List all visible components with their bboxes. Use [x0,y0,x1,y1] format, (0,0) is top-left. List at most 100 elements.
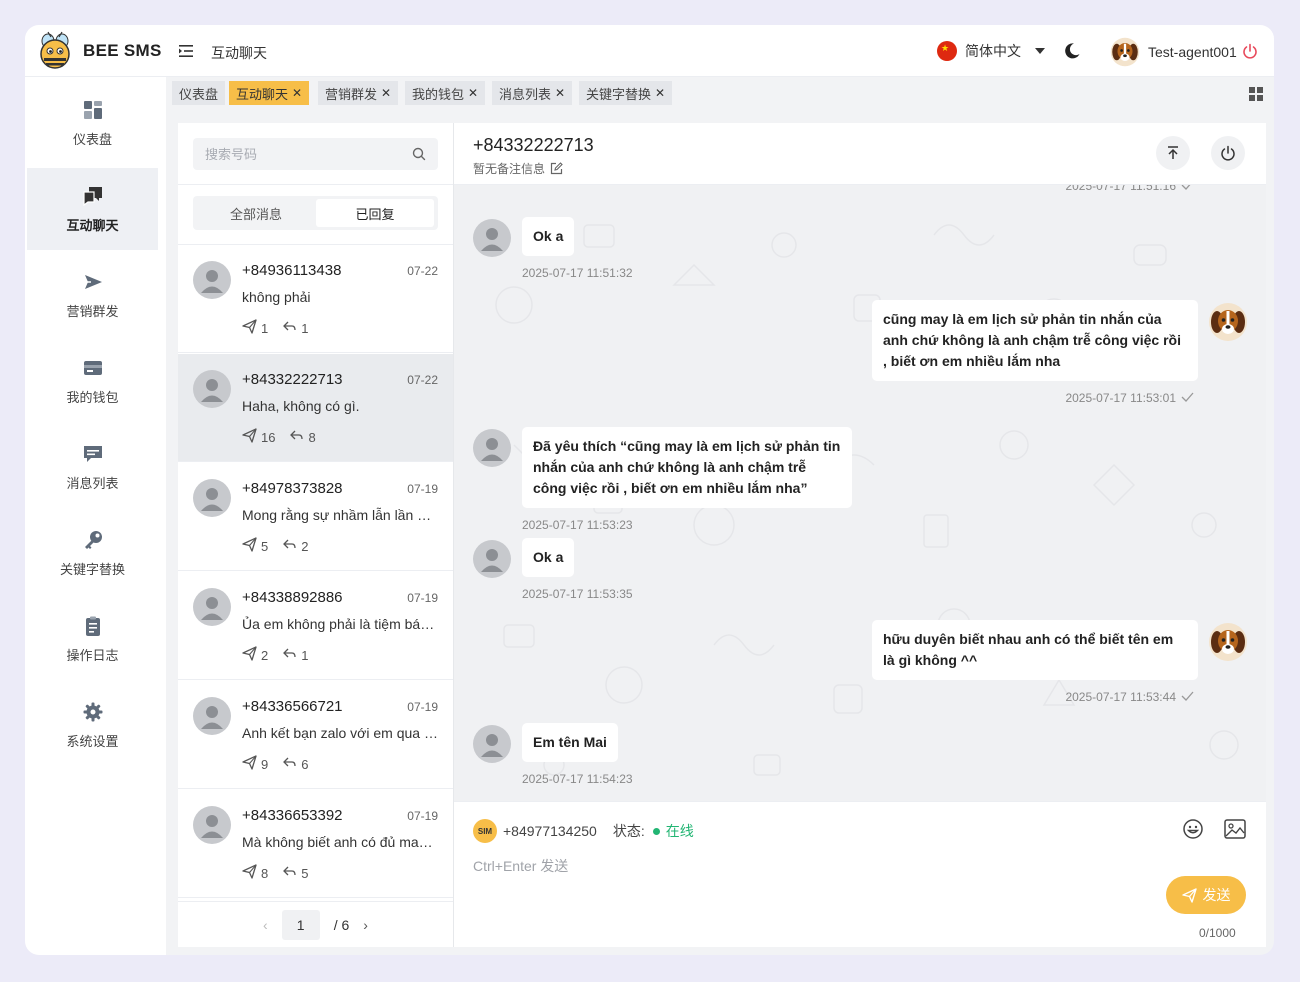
scroll-top-button[interactable] [1156,136,1190,170]
send-label: 发送 [1202,887,1231,903]
message-time: 2025-07-17 11:53:35 [522,587,633,601]
conversation-item[interactable]: +84338892886 07-19 Ủa em không phải là tiệ… [178,572,453,680]
close-icon[interactable]: ✕ [655,86,665,100]
message-composer: SIM +84977134250 状态: 在线 Ctrl+Enter 发送 发送… [454,801,1266,947]
sidebar-item-logs[interactable]: 操作日志 [27,598,158,680]
reply-count-icon [282,864,301,882]
sim-info: SIM +84977134250 状态: 在线 [473,819,694,843]
tab-keywords[interactable]: 关键字替换 ✕ [579,81,673,105]
close-icon[interactable]: ✕ [468,86,478,100]
tab-bar: 仪表盘 互动聊天 ✕ 营销群发 ✕ 我的钱包 ✕ 消息列表 ✕ 关键字替换 ✕ [172,81,1267,107]
conversation-phone: +84332222713 [242,371,343,388]
send-button[interactable]: 发送 [1166,876,1246,914]
bee-logo-icon [40,31,70,69]
sidebar-item-marketing[interactable]: 营销群发 [27,254,158,336]
sent-count: 2 [261,647,269,663]
conversation-item[interactable]: +84936113438 07-22 không phải 1 1 [178,245,453,353]
username: Test-agent001 [1148,44,1237,60]
sidebar-item-chat[interactable]: 互动聊天 [27,168,158,250]
sidebar-item-keywords[interactable]: 关键字替换 [27,512,158,594]
sidebar-item-messages[interactable]: 消息列表 [27,426,158,508]
close-icon[interactable]: ✕ [381,86,391,100]
conversation-item[interactable]: +84332222713 07-22 Haha, không có gì. 16 8 [178,354,453,462]
check-icon [1181,690,1194,704]
tab-wallet[interactable]: 我的钱包 ✕ [405,81,486,105]
message-bubble[interactable]: hữu duyên biết nhau anh có thể biết tên … [872,620,1198,680]
chat-panel: +84332222713 暂无备注信息 2025-07-17 11:51:16 … [453,123,1266,947]
filter-segment: 全部消息 已回复 [193,196,438,230]
edit-icon[interactable] [550,162,563,175]
message-bubble[interactable]: cũng may là em lịch sử phản tin nhắn của… [872,300,1198,381]
search-input[interactable] [193,138,393,170]
contact-remark[interactable]: 暂无备注信息 [473,160,563,177]
conversation-last-message: Haha, không có gì. [242,398,360,414]
close-icon[interactable]: ✕ [292,86,302,100]
conversation-last-message: Anh kết bạn zalo với em qua số này nhé [242,725,438,741]
power-icon [1221,145,1235,161]
sent-count: 9 [261,756,269,772]
sidebar-item-label: 消息列表 [66,475,119,491]
end-chat-button[interactable] [1211,136,1245,170]
message-bubble[interactable]: Em tên Mai [522,723,618,762]
reply-count: 1 [301,647,309,663]
sidebar-item-dashboard[interactable]: 仪表盘 [27,82,158,164]
message-bubble[interactable]: Ok a [522,217,575,256]
tab-messages[interactable]: 消息列表 ✕ [492,81,573,105]
sidebar-item-label: 系统设置 [66,733,119,749]
contact-avatar-icon [193,261,231,299]
conversation-last-message: không phải [242,289,311,305]
sidebar-item-label: 仪表盘 [72,131,112,147]
reply-count: 6 [301,756,309,772]
conversation-item[interactable]: +84978373828 07-19 Mong rằng sự nhầm lẫn l… [178,463,453,571]
message-area[interactable]: 2025-07-17 11:51:16 Ok a 2025-07-17 11:51:… [454,185,1266,801]
message-bubble[interactable]: Đã yêu thích “cũng may là em lịch sử phả… [522,427,852,508]
reply-count-icon [289,428,308,446]
search-icon[interactable] [412,147,426,161]
image-icon[interactable] [1223,818,1247,840]
conversation-item[interactable]: +84336653392 07-19 Mà không biết anh có đủ… [178,790,453,898]
chevron-down-icon [1035,48,1045,54]
grid-menu-icon[interactable] [1249,87,1263,101]
conversation-stats: 52 [242,537,322,555]
message-input[interactable] [473,856,1143,916]
prev-page-button[interactable]: ‹ [263,917,268,933]
dog-avatar-icon [1110,37,1140,67]
sidebar-item-wallet[interactable]: 我的钱包 [27,340,158,422]
tab-chat[interactable]: 互动聊天 ✕ [229,81,310,105]
message-time: 2025-07-17 11:53:44 [1065,690,1194,704]
conversation-date: 07-22 [407,373,438,387]
page-current-input[interactable]: 1 [281,909,320,940]
sent-count: 16 [261,429,276,445]
conversation-date: 07-22 [407,264,438,278]
status-label: 状态: [612,823,645,839]
message-time: 2025-07-17 11:51:32 [522,266,633,280]
china-flag-icon [937,41,957,61]
sidebar: 仪表盘 互动聊天 营销群发 我的钱包 消息列表 关键字替换 操作日志 系统设置 [25,77,166,955]
close-icon[interactable]: ✕ [555,86,565,100]
tab-label: 消息列表 [499,86,552,102]
filter-replied[interactable]: 已回复 [316,199,434,227]
dark-mode-icon[interactable] [1063,42,1081,60]
arrow-to-top-icon [1168,146,1178,159]
filter-all-messages[interactable]: 全部消息 [197,199,315,227]
message-time-text: 2025-07-17 11:54:23 [522,772,633,786]
logout-power-icon[interactable] [1242,43,1258,59]
sidebar-item-settings[interactable]: 系统设置 [27,684,158,766]
conversation-last-message: Mà không biết anh có đủ may mắn không [242,834,438,850]
language-selector[interactable]: 简体中文 [937,41,1045,61]
tab-marketing[interactable]: 营销群发 ✕ [318,81,399,105]
conversation-stats: 85 [242,864,322,882]
next-page-button[interactable]: › [363,917,368,933]
conversation-item[interactable]: +84336566721 07-19 Anh kết bạn zalo với em… [178,681,453,789]
message-time: 2025-07-17 11:53:23 [522,518,633,532]
message-time-text: 2025-07-17 11:53:01 [1065,391,1176,405]
conversation-phone: +84936113438 [242,262,342,279]
chat-contact-phone: +84332222713 [473,135,594,155]
menu-fold-icon[interactable] [178,43,194,59]
message-bubble[interactable]: Ok a [522,538,575,577]
emoji-icon[interactable] [1182,818,1204,840]
tab-label: 仪表盘 [179,86,219,102]
user-menu[interactable]: Test-agent001 [1110,37,1237,67]
tab-dashboard[interactable]: 仪表盘 [172,81,226,105]
sidebar-item-label: 营销群发 [66,303,119,319]
